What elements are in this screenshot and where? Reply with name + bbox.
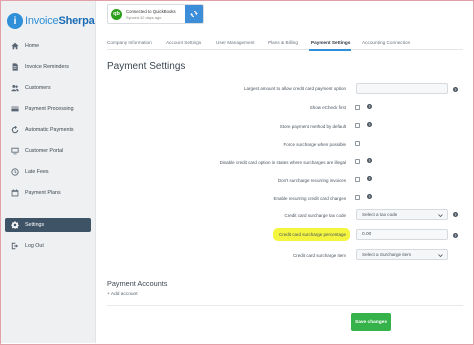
enable-recurring-help-icon[interactable]: ? <box>367 194 372 199</box>
tax-code-select-value: Select a tax code <box>362 212 398 217</box>
tab-company-information[interactable]: Company Information <box>107 40 152 45</box>
dont-surcharge-label: Don't surcharge recurring invoices <box>277 178 346 183</box>
document-icon <box>11 63 19 71</box>
logo-mark-icon: i <box>7 13 23 29</box>
force-surcharge-checkbox[interactable] <box>355 141 360 146</box>
force-surcharge-label: Force surcharge when possible <box>283 142 346 147</box>
sidebar-item-label: Payment Processing <box>25 106 74 112</box>
tax-code-help-icon[interactable]: ? <box>453 212 458 217</box>
sidebar-item-log-out[interactable]: Log Out <box>5 239 91 253</box>
store-method-checkbox[interactable] <box>355 123 360 128</box>
tab-accounting-connection[interactable]: Accounting Connection <box>362 40 410 45</box>
users-icon <box>11 84 19 92</box>
sidebar-item-label: Customers <box>25 85 51 91</box>
sidebar-item-home[interactable]: Home <box>5 39 91 53</box>
payment-accounts-title: Payment Accounts <box>107 279 168 288</box>
show-echeck-help-icon[interactable]: ? <box>367 104 372 109</box>
sidebar-item-customer-portal[interactable]: Customer Portal <box>5 144 91 158</box>
surcharge-item-select-value: Select a Surcharge item <box>362 252 412 257</box>
tab-plans-billing[interactable]: Plans & Billing <box>268 40 298 45</box>
show-echeck-label: Show eCheck first <box>309 105 346 110</box>
active-tab-indicator <box>309 49 351 51</box>
tax-code-label: Credit card surcharge tax code <box>284 213 346 218</box>
sidebar-item-payment-plans[interactable]: Payment Plans <box>5 186 91 200</box>
tab-user-management[interactable]: User Management <box>216 40 255 45</box>
largest-amount-input[interactable] <box>356 83 448 94</box>
enable-recurring-label: Enable recurring credit card charges <box>273 196 346 201</box>
quickbooks-connection-card: qb Connected to QuickBooks Synced 42 day… <box>107 4 204 24</box>
enable-recurring-checkbox[interactable] <box>355 195 360 200</box>
chevron-down-icon <box>438 254 443 258</box>
page-title: Payment Settings <box>107 61 186 72</box>
chevron-down-icon <box>438 214 443 218</box>
sidebar-item-label: Invoice Reminders <box>25 64 69 70</box>
dont-surcharge-checkbox[interactable] <box>355 177 360 182</box>
store-method-label: Store payment method by default <box>279 124 346 129</box>
sidebar-item-label: Settings <box>25 222 45 228</box>
brand-name: InvoiceSherpa <box>25 15 95 27</box>
store-method-help-icon[interactable]: ? <box>367 122 372 127</box>
logout-icon <box>11 242 19 250</box>
sidebar-item-customers[interactable]: Customers <box>5 81 91 95</box>
surcharge-item-label: Credit card surcharge item <box>292 253 346 258</box>
surcharge-item-select[interactable]: Select a Surcharge item <box>356 249 448 260</box>
surcharge-percentage-label: Credit card surcharge percentage <box>278 232 346 237</box>
sync-button[interactable] <box>185 5 203 23</box>
brand-logo[interactable]: i InvoiceSherpa <box>7 11 95 31</box>
show-echeck-checkbox[interactable] <box>355 105 360 110</box>
disable-cc-checkbox[interactable] <box>355 159 360 164</box>
footer-divider <box>107 305 463 306</box>
sidebar-item-label: Home <box>25 43 40 49</box>
surcharge-percentage-input[interactable] <box>356 229 448 240</box>
quickbooks-status: Connected to QuickBooks Synced 42 days a… <box>126 9 176 20</box>
largest-amount-label: Largest amount to allow credit card paym… <box>243 86 346 91</box>
quickbooks-status-text: Connected to QuickBooks <box>126 8 176 14</box>
disable-cc-help-icon[interactable]: ? <box>367 158 372 163</box>
gear-icon <box>11 221 19 229</box>
sidebar-item-label: Automatic Payments <box>25 127 74 133</box>
sidebar-item-invoice-reminders[interactable]: Invoice Reminders <box>5 60 91 74</box>
save-changes-button[interactable]: Save changes <box>351 313 391 331</box>
sidebar: i InvoiceSherpa Home Invoice Reminders C… <box>1 1 96 343</box>
calendar-icon <box>11 189 19 197</box>
refresh-icon <box>11 126 19 134</box>
sidebar-item-label: Payment Plans <box>25 190 61 196</box>
settings-tabs: Company Information Account Settings Use… <box>107 38 463 51</box>
clock-icon <box>11 168 19 176</box>
tab-payment-settings[interactable]: Payment Settings <box>311 40 350 45</box>
sidebar-item-settings[interactable]: Settings <box>5 218 91 232</box>
sidebar-item-payment-processing[interactable]: Payment Processing <box>5 102 91 116</box>
sidebar-item-label: Log Out <box>25 243 44 249</box>
monitor-icon <box>11 147 19 155</box>
quickbooks-logo-icon: qb <box>111 8 122 20</box>
sync-icon <box>190 10 198 18</box>
home-icon <box>11 42 19 50</box>
sidebar-item-label: Late Fees <box>25 169 49 175</box>
sidebar-item-late-fees[interactable]: Late Fees <box>5 165 91 179</box>
tax-code-select[interactable]: Select a tax code <box>356 209 448 220</box>
largest-amount-help-icon[interactable]: ? <box>453 87 458 92</box>
add-account-link[interactable]: + Add account <box>107 292 138 297</box>
disable-cc-label: Disable credit card option in states whe… <box>219 160 346 165</box>
surcharge-percentage-help-icon[interactable]: ? <box>453 233 458 238</box>
quickbooks-sync-time: Synced 42 days ago <box>126 14 162 20</box>
sidebar-item-label: Customer Portal <box>25 148 64 154</box>
tab-account-settings[interactable]: Account Settings <box>166 40 201 45</box>
sidebar-item-automatic-payments[interactable]: Automatic Payments <box>5 123 91 137</box>
dont-surcharge-help-icon[interactable]: ? <box>367 176 372 181</box>
credit-card-icon <box>11 105 19 113</box>
